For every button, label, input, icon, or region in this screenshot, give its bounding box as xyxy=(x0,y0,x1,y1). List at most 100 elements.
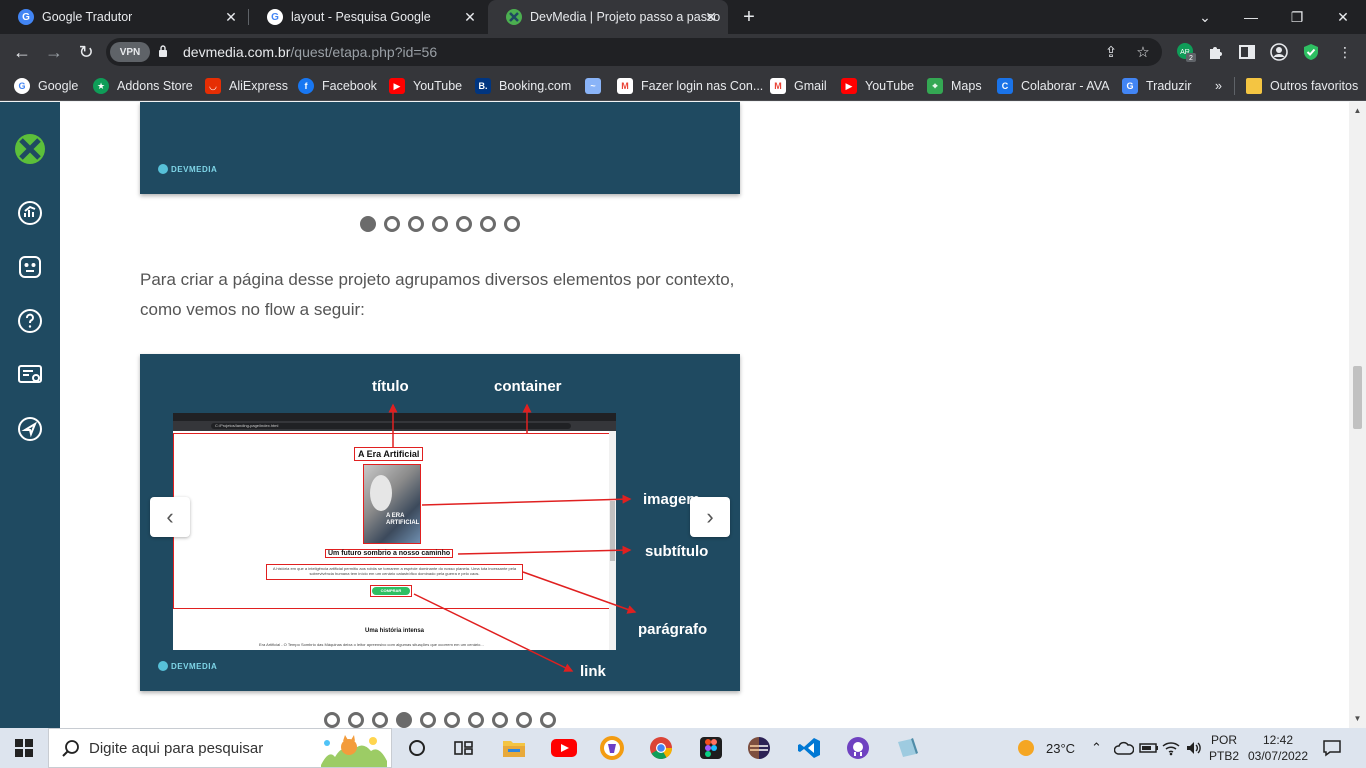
bookmark-star-icon[interactable]: ☆ xyxy=(1133,42,1153,62)
devmedia-sidebar xyxy=(0,102,60,728)
clock[interactable]: 12:42 03/07/2022 xyxy=(1244,732,1312,764)
taskbar-search[interactable]: Digite aqui para pesquisar xyxy=(48,728,392,768)
input-language-indicator[interactable]: POR PTB2 xyxy=(1207,732,1241,764)
back-button[interactable]: ← xyxy=(9,39,35,65)
carousel-dot[interactable] xyxy=(492,712,508,728)
carousel-dot[interactable] xyxy=(324,712,340,728)
bookmark-colaborar[interactable]: C Colaborar - AVA xyxy=(997,76,1109,96)
close-tab-icon[interactable]: ✕ xyxy=(702,8,720,26)
start-button[interactable] xyxy=(0,728,48,768)
bookmark-traduzir[interactable]: G Traduzir xyxy=(1122,76,1191,96)
carousel-dot[interactable] xyxy=(360,216,376,232)
app-3d-icon[interactable] xyxy=(893,734,921,762)
close-tab-icon[interactable]: ✕ xyxy=(222,8,240,26)
restore-button[interactable]: ❐ xyxy=(1274,0,1320,34)
bookmark-youtube-2[interactable]: ▶ YouTube xyxy=(841,76,914,96)
cortana-icon[interactable] xyxy=(403,734,431,762)
bookmark-addons-store[interactable]: ★ Addons Store xyxy=(93,76,193,96)
carousel-next-button[interactable]: › xyxy=(690,497,730,537)
bookmark-facebook[interactable]: f Facebook xyxy=(298,76,377,96)
carousel-dot[interactable] xyxy=(516,712,532,728)
volume-icon[interactable] xyxy=(1185,728,1203,768)
task-view-icon[interactable] xyxy=(450,734,478,762)
devmedia-logo-icon[interactable] xyxy=(15,134,45,164)
vpn-badge[interactable]: VPN xyxy=(110,42,150,62)
extensions-puzzle-icon[interactable] xyxy=(1206,42,1226,62)
carousel-dot[interactable] xyxy=(444,712,460,728)
minimize-button[interactable]: — xyxy=(1228,0,1274,34)
reload-button[interactable]: ↻ xyxy=(73,39,99,65)
lock-icon[interactable] xyxy=(158,45,168,57)
battery-icon[interactable] xyxy=(1139,728,1159,768)
carousel-dot[interactable] xyxy=(480,216,496,232)
carousel-dot[interactable] xyxy=(432,216,448,232)
extension-ar-icon[interactable]: AR 2 xyxy=(1176,42,1196,62)
brave-browser-icon[interactable] xyxy=(598,734,626,762)
carousel-dot[interactable] xyxy=(468,712,484,728)
share-icon[interactable]: ⇪ xyxy=(1101,42,1121,62)
bookmark-fazer-login[interactable]: M Fazer login nas Con... xyxy=(617,76,763,96)
bookmark-label: Outros favoritos xyxy=(1270,79,1359,93)
vscode-icon[interactable] xyxy=(795,734,823,762)
carousel-dot[interactable] xyxy=(504,216,520,232)
close-window-button[interactable]: ✕ xyxy=(1320,0,1366,34)
carousel-dot[interactable] xyxy=(384,216,400,232)
eclipse-icon[interactable] xyxy=(745,734,773,762)
bookmark-gmail[interactable]: M Gmail xyxy=(770,76,827,96)
weather-temperature: 23°C xyxy=(1046,740,1076,756)
github-desktop-icon[interactable] xyxy=(844,734,872,762)
close-tab-icon[interactable]: ✕ xyxy=(461,8,479,26)
youtube-app-icon[interactable] xyxy=(550,734,578,762)
browser-toolbar: ← → ↻ VPN devmedia.com.br/quest/etapa.ph… xyxy=(0,34,1366,70)
page-scrollbar[interactable]: ▲ ▼ xyxy=(1349,102,1366,728)
side-panel-icon[interactable] xyxy=(1237,42,1257,62)
weather-widget[interactable]: 23°C xyxy=(1016,728,1075,768)
bookmark-google[interactable]: G Google xyxy=(14,76,78,96)
aliexpress-icon: ◡ xyxy=(205,78,221,94)
figma-icon[interactable] xyxy=(697,734,725,762)
carousel-dot[interactable] xyxy=(372,712,388,728)
carousel-dot[interactable] xyxy=(408,216,424,232)
certificate-icon[interactable] xyxy=(16,361,44,389)
help-icon[interactable] xyxy=(16,307,44,335)
tab-devmedia[interactable]: DevMedia | Projeto passo a passo ✕ xyxy=(488,0,728,34)
tab-google-tradutor[interactable]: G Google Tradutor ✕ xyxy=(0,0,248,34)
slide-previous-image: DEVMEDIA xyxy=(140,102,740,194)
progress-chart-icon[interactable] xyxy=(16,199,44,227)
file-explorer-icon[interactable] xyxy=(500,734,528,762)
carousel-dot[interactable] xyxy=(348,712,364,728)
tab-pesquisa-google[interactable]: G layout - Pesquisa Google ✕ xyxy=(249,0,487,34)
tab-search-button[interactable]: ⌄ xyxy=(1182,0,1228,34)
bookmark-youtube[interactable]: ▶ YouTube xyxy=(389,76,462,96)
other-favorites-folder[interactable]: Outros favoritos xyxy=(1246,76,1358,96)
bookmarks-overflow-button[interactable]: » xyxy=(1215,76,1222,96)
carousel-dot[interactable] xyxy=(396,712,412,728)
carousel-dot[interactable] xyxy=(540,712,556,728)
bookmark-unlabeled[interactable]: ~ xyxy=(585,76,609,96)
scroll-up-arrow-icon[interactable]: ▲ xyxy=(1353,106,1362,115)
show-hidden-icons-button[interactable]: ⌃ xyxy=(1091,728,1102,768)
chrome-icon[interactable] xyxy=(647,734,675,762)
label-titulo: título xyxy=(372,378,409,395)
bookmark-aliexpress[interactable]: ◡ AliExpress xyxy=(205,76,288,96)
carousel-dot[interactable] xyxy=(420,712,436,728)
new-tab-button[interactable]: + xyxy=(738,6,760,28)
shield-extension-icon[interactable] xyxy=(1301,42,1321,62)
onedrive-icon[interactable] xyxy=(1114,728,1134,768)
navigation-compass-icon[interactable] xyxy=(16,415,44,443)
scroll-down-arrow-icon[interactable]: ▼ xyxy=(1353,714,1362,723)
bookmark-maps[interactable]: ⌖ Maps xyxy=(927,76,982,96)
address-bar[interactable]: VPN devmedia.com.br/quest/etapa.php?id=5… xyxy=(106,38,1162,66)
profile-icon[interactable] xyxy=(1269,42,1289,62)
scroll-thumb[interactable] xyxy=(1353,366,1362,429)
carousel-prev-button[interactable]: ‹ xyxy=(150,497,190,537)
network-icon[interactable] xyxy=(1162,728,1180,768)
forward-button[interactable]: → xyxy=(41,39,67,65)
bookmark-booking[interactable]: B. Booking.com xyxy=(475,76,571,96)
carousel-dot[interactable] xyxy=(456,216,472,232)
devmedia-icon xyxy=(506,9,522,25)
menu-kebab-icon[interactable]: ⋮ xyxy=(1335,42,1355,62)
notification-center-button[interactable] xyxy=(1322,728,1342,768)
url-text[interactable]: devmedia.com.br/quest/etapa.php?id=56 xyxy=(183,44,437,60)
robot-icon[interactable] xyxy=(16,253,44,281)
